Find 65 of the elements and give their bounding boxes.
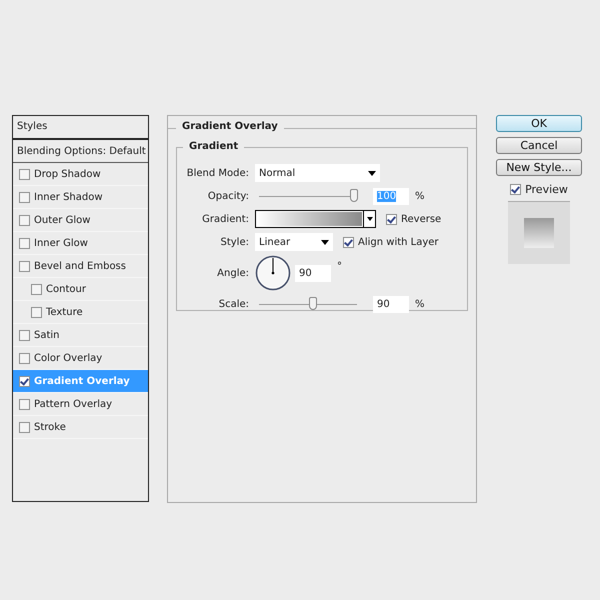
- blend-mode-dropdown[interactable]: Normal: [255, 164, 380, 182]
- style-label: Texture: [46, 306, 83, 318]
- field-label: Blend Mode:: [186, 168, 249, 178]
- checkbox[interactable]: [19, 376, 30, 386]
- style-label: Outer Glow: [34, 214, 90, 226]
- checkbox[interactable]: [19, 330, 30, 340]
- checkbox[interactable]: [19, 238, 30, 248]
- angle-input[interactable]: 90: [295, 264, 331, 282]
- style-label: Color Overlay: [34, 352, 102, 364]
- checkbox[interactable]: [31, 284, 42, 294]
- style-label: Inner Shadow: [34, 192, 103, 202]
- checkbox[interactable]: [19, 260, 30, 272]
- checkbox-label: Reverse: [401, 214, 442, 224]
- style-label: Pattern Overlay: [34, 398, 112, 410]
- dialog-button[interactable]: OK: [496, 115, 582, 132]
- style-item[interactable]: Inner Shadow: [13, 186, 148, 209]
- field-label: Style:: [220, 236, 249, 248]
- checkbox[interactable]: [19, 398, 30, 410]
- style-item[interactable]: Contour: [13, 278, 148, 301]
- blending-options-item[interactable]: Blending Options: Default: [13, 141, 148, 163]
- unit-label: %: [415, 298, 425, 310]
- checkbox[interactable]: [343, 236, 354, 248]
- style-label: Gradient Overlay: [34, 376, 130, 386]
- style-item[interactable]: Inner Glow: [13, 232, 148, 255]
- style-item[interactable]: Texture: [13, 301, 148, 324]
- group-title: Gradient: [183, 141, 244, 152]
- checkbox[interactable]: [19, 352, 30, 364]
- style-label: Drop Shadow: [34, 168, 101, 180]
- checkbox[interactable]: [510, 184, 522, 195]
- preview-thumbnail: [508, 201, 570, 264]
- slider-thumb[interactable]: [350, 189, 358, 202]
- style-dropdown[interactable]: Linear: [255, 233, 333, 251]
- angle-dial[interactable]: [255, 255, 291, 291]
- unit-label: %: [415, 190, 425, 202]
- dialog-button[interactable]: Cancel: [496, 137, 582, 154]
- style-label: Inner Glow: [34, 238, 88, 248]
- checkbox[interactable]: [19, 192, 30, 202]
- field-label: Opacity:: [206, 190, 249, 202]
- gradient-picker[interactable]: [255, 210, 376, 228]
- unit-label: °: [337, 261, 342, 272]
- style-item[interactable]: Drop Shadow: [13, 163, 148, 186]
- checkbox[interactable]: [31, 306, 42, 318]
- checkbox[interactable]: [19, 214, 30, 226]
- style-item[interactable]: Outer Glow: [13, 209, 148, 232]
- checkbox-label: Align with Layer: [358, 236, 439, 248]
- style-label: Contour: [46, 284, 86, 294]
- style-label: Satin: [34, 330, 60, 340]
- dialog-button[interactable]: New Style...: [496, 159, 582, 176]
- style-item[interactable]: Satin: [13, 324, 148, 347]
- style-item[interactable]: Pattern Overlay: [13, 393, 148, 416]
- checkbox[interactable]: [19, 168, 30, 180]
- section-title: Gradient Overlay: [176, 121, 284, 132]
- checkbox[interactable]: [386, 214, 397, 224]
- scale-input[interactable]: 90: [373, 296, 409, 312]
- field-label: Angle:: [216, 268, 249, 278]
- style-label: Bevel and Emboss: [34, 260, 126, 272]
- style-item[interactable]: Bevel and Emboss: [13, 255, 148, 278]
- checkbox-label: Preview: [525, 183, 568, 196]
- slider-thumb[interactable]: [308, 297, 317, 310]
- style-item[interactable]: Stroke: [13, 416, 148, 439]
- field-label: Gradient:: [201, 214, 249, 224]
- field-label: Scale:: [218, 298, 249, 310]
- styles-header: Styles: [13, 116, 148, 140]
- checkbox[interactable]: [19, 422, 30, 432]
- style-label: Stroke: [34, 422, 66, 432]
